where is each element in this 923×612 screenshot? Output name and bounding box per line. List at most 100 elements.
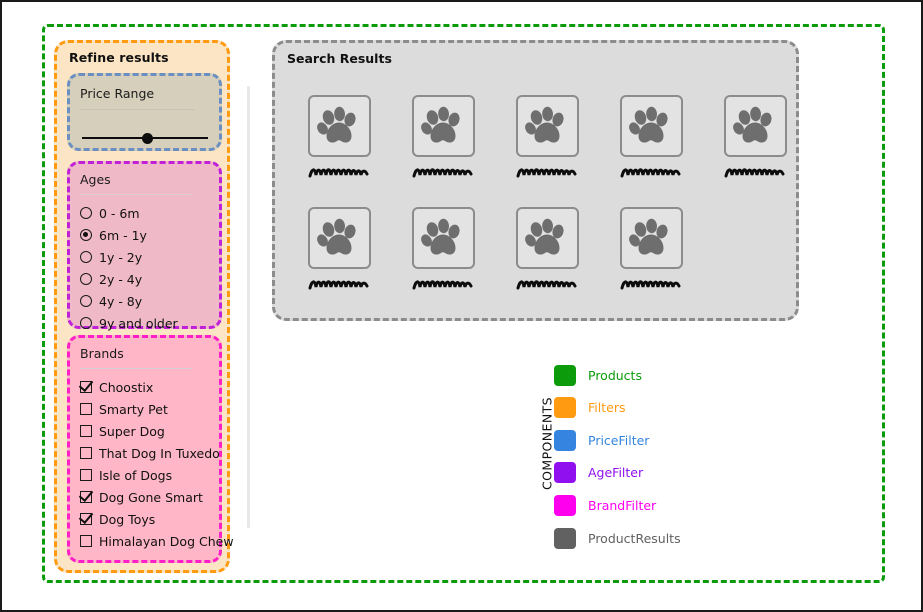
paw-icon: [619, 207, 683, 269]
age-option-label: 6m - 1y: [99, 227, 147, 243]
checkbox-unchecked-icon[interactable]: [80, 425, 92, 437]
legend-item: ProductResults: [554, 527, 681, 549]
legend-color-swatch: [554, 462, 576, 484]
age-option-row[interactable]: 2y - 4y: [80, 268, 213, 290]
legend-item: PriceFilter: [554, 429, 649, 451]
age-option-label: 9y and older: [99, 315, 178, 331]
legend-item: Products: [554, 364, 642, 386]
product-title-placeholder: [724, 164, 786, 178]
product-card[interactable]: [495, 207, 599, 290]
product-results-component: Search Results: [272, 40, 799, 321]
page-title: Refine results: [69, 50, 169, 65]
radio-checked-icon[interactable]: [80, 229, 92, 241]
slider-thumb[interactable]: [142, 133, 153, 144]
age-option-row[interactable]: 4y - 8y: [80, 290, 213, 312]
legend-color-swatch: [554, 397, 576, 419]
age-option-row[interactable]: 0 - 6m: [80, 202, 213, 224]
product-title-placeholder: [412, 276, 474, 290]
legend-color-swatch: [554, 494, 576, 516]
product-card[interactable]: [599, 95, 703, 178]
brand-option-label: Dog Toys: [99, 511, 156, 527]
product-title-placeholder: [620, 276, 682, 290]
paw-icon: [619, 95, 683, 157]
product-card[interactable]: [287, 95, 391, 178]
product-title-placeholder: [412, 164, 474, 178]
checkbox-unchecked-icon[interactable]: [80, 403, 92, 415]
checkbox-checked-icon[interactable]: [80, 381, 92, 393]
product-row: [287, 207, 703, 290]
brand-option-row[interactable]: Himalayan Dog Chew: [80, 530, 234, 552]
brands-section-title: Brands: [80, 346, 124, 361]
paw-icon: [411, 95, 475, 157]
paw-icon: [411, 207, 475, 269]
product-card[interactable]: [391, 207, 495, 290]
legend-color-swatch: [554, 527, 576, 549]
radio-unchecked-icon[interactable]: [80, 207, 92, 219]
app-root: Refine results Price Range Ages 0 - 6m 6m…: [0, 0, 923, 612]
age-option-label: 2y - 4y: [99, 271, 143, 287]
checkbox-unchecked-icon[interactable]: [80, 447, 92, 459]
age-filter-component: Ages 0 - 6m 6m - 1y 1y - 2y 2y - 4y 4y - 8y 9…: [67, 161, 222, 331]
product-title-placeholder: [516, 164, 578, 178]
legend: COMPONENTS Products Filters PriceFilter Age…: [526, 364, 756, 562]
legend-item-label: ProductResults: [588, 530, 681, 546]
product-title-placeholder: [308, 164, 370, 178]
brand-option-label: Isle of Dogs: [99, 467, 173, 483]
legend-item: Filters: [554, 397, 625, 419]
checkbox-unchecked-icon[interactable]: [80, 535, 92, 547]
product-card[interactable]: [703, 95, 807, 178]
legend-item: BrandFilter: [554, 494, 656, 516]
age-option-row[interactable]: 9y and older: [80, 312, 213, 334]
legend-color-swatch: [554, 364, 576, 386]
paw-icon: [307, 207, 371, 269]
brand-option-row[interactable]: Isle of Dogs: [80, 464, 213, 486]
divider: [80, 194, 192, 195]
brands-checkbox-group: Choostix Smarty Pet Super Dog That Dog In T…: [80, 376, 234, 552]
paw-icon: [515, 95, 579, 157]
brand-option-label: Himalayan Dog Chew: [99, 533, 234, 549]
product-card[interactable]: [287, 207, 391, 290]
product-card[interactable]: [599, 207, 703, 290]
legend-item: AgeFilter: [554, 462, 643, 484]
ages-section-title: Ages: [80, 172, 111, 187]
product-title-placeholder: [308, 276, 370, 290]
radio-unchecked-icon[interactable]: [80, 251, 92, 263]
divider: [80, 368, 192, 369]
brand-option-label: That Dog In Tuxedo: [99, 445, 220, 461]
brand-option-label: Super Dog: [99, 423, 165, 439]
radio-unchecked-icon[interactable]: [80, 295, 92, 307]
age-option-label: 1y - 2y: [99, 249, 143, 265]
product-title-placeholder: [516, 276, 578, 290]
brand-option-label: Dog Gone Smart: [99, 489, 203, 505]
legend-item-label: AgeFilter: [588, 465, 644, 481]
age-option-row[interactable]: 1y - 2y: [80, 246, 213, 268]
brand-option-row[interactable]: Dog Toys: [80, 508, 213, 530]
checkbox-checked-icon[interactable]: [80, 491, 92, 503]
paw-icon: [723, 95, 787, 157]
age-option-label: 4y - 8y: [99, 293, 143, 309]
brand-filter-component: Brands Choostix Smarty Pet Super Dog That D…: [67, 335, 234, 563]
brand-option-row[interactable]: That Dog In Tuxedo: [80, 442, 220, 464]
product-card[interactable]: [495, 95, 599, 178]
brand-option-row[interactable]: Dog Gone Smart: [80, 486, 213, 508]
brand-option-label: Smarty Pet: [99, 401, 168, 417]
price-range-label: Price Range: [80, 86, 155, 101]
product-title-placeholder: [620, 164, 682, 178]
product-card[interactable]: [391, 95, 495, 178]
price-range-slider[interactable]: [82, 132, 208, 144]
legend-axis-label: COMPONENTS: [539, 397, 555, 490]
legend-item-label: PriceFilter: [588, 432, 650, 448]
brand-option-row[interactable]: Smarty Pet: [80, 398, 213, 420]
age-option-row[interactable]: 6m - 1y: [80, 224, 213, 246]
ages-radio-group: 0 - 6m 6m - 1y 1y - 2y 2y - 4y 4y - 8y 9y and…: [80, 202, 213, 334]
radio-unchecked-icon[interactable]: [80, 273, 92, 285]
checkbox-checked-icon[interactable]: [80, 513, 92, 525]
divider: [80, 109, 195, 110]
legend-item-label: Filters: [588, 400, 626, 416]
sidebar-scrollbar[interactable]: [247, 86, 250, 528]
product-row: [287, 95, 807, 178]
brand-option-row[interactable]: Choostix: [80, 376, 213, 398]
brand-option-row[interactable]: Super Dog: [80, 420, 213, 442]
radio-unchecked-icon[interactable]: [80, 317, 92, 329]
checkbox-unchecked-icon[interactable]: [80, 469, 92, 481]
